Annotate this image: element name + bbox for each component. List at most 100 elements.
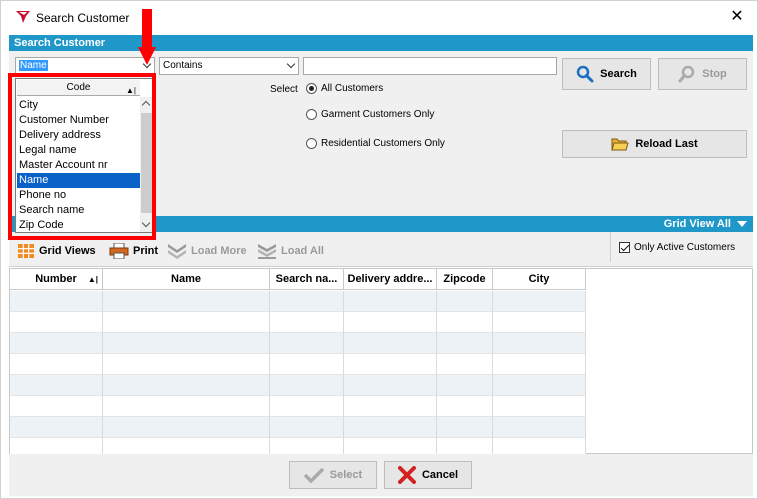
table-cell xyxy=(493,291,586,312)
radio-dot[interactable] xyxy=(306,83,317,94)
customer-grid[interactable]: Number ▲| Name Search na... Delivery add… xyxy=(9,268,753,459)
table-cell xyxy=(103,312,270,333)
double-chevron-down-icon xyxy=(168,244,186,259)
cancel-button[interactable]: Cancel xyxy=(384,461,472,489)
table-cell xyxy=(493,354,586,375)
table-cell xyxy=(270,396,344,417)
column-header-label: Search na... xyxy=(275,273,338,285)
table-cell xyxy=(10,291,103,312)
load-all-label: Load All xyxy=(281,245,324,257)
radio-dot[interactable] xyxy=(306,138,317,149)
column-header-label: Number xyxy=(35,273,77,285)
grid-view-all-label: Grid View All xyxy=(663,218,731,230)
sort-ascending-icon: ▲| xyxy=(87,275,98,284)
grid-views-button[interactable]: Grid Views xyxy=(17,243,96,259)
select-button[interactable]: Select xyxy=(289,461,377,489)
table-row[interactable] xyxy=(10,291,586,312)
column-header-name[interactable]: Name xyxy=(103,269,270,290)
column-header-search-name[interactable]: Search na... xyxy=(270,269,344,290)
column-header-label: Name xyxy=(171,273,201,285)
search-operator-value: Contains xyxy=(163,60,203,71)
table-cell xyxy=(493,396,586,417)
radio-all-customers[interactable]: All Customers xyxy=(306,83,383,94)
table-cell xyxy=(344,354,437,375)
table-cell xyxy=(103,291,270,312)
table-cell xyxy=(10,417,103,438)
magnifier-disabled-icon xyxy=(678,65,695,83)
radio-residential-customers[interactable]: Residential Customers Only xyxy=(306,138,445,149)
close-icon[interactable]: ✕ xyxy=(727,7,747,27)
only-active-label: Only Active Customers xyxy=(634,241,736,253)
grid-header-row: Number ▲| Name Search na... Delivery add… xyxy=(10,269,586,290)
grid-icon xyxy=(18,244,34,258)
table-row[interactable] xyxy=(10,375,586,396)
table-cell xyxy=(103,354,270,375)
table-cell xyxy=(437,354,493,375)
reload-last-label: Reload Last xyxy=(635,138,698,150)
search-button-label: Search xyxy=(600,68,637,80)
column-header-label: Zipcode xyxy=(443,273,486,285)
title-bar: Search Customer ✕ xyxy=(1,1,757,33)
chevron-down-icon[interactable] xyxy=(286,59,296,69)
select-label: Select xyxy=(270,84,298,95)
grid-view-all-toggle[interactable]: Grid View All xyxy=(664,216,747,232)
highlight-box xyxy=(8,73,156,240)
radio-label: Garment Customers Only xyxy=(321,109,435,120)
table-cell xyxy=(493,375,586,396)
table-cell xyxy=(344,291,437,312)
red-x-icon xyxy=(397,466,416,484)
table-cell xyxy=(103,396,270,417)
load-more-label: Load More xyxy=(191,245,247,257)
only-active-checkbox[interactable] xyxy=(619,241,630,253)
search-customer-window: Search Customer ✕ Search Customer Name C… xyxy=(0,0,758,499)
folder-open-icon xyxy=(611,138,629,151)
load-all-button[interactable]: Load All xyxy=(257,243,324,259)
table-cell xyxy=(437,312,493,333)
print-button[interactable]: Print xyxy=(109,243,158,259)
search-field-value: Name xyxy=(19,60,48,71)
cancel-button-label: Cancel xyxy=(421,469,459,481)
table-cell xyxy=(344,396,437,417)
search-button[interactable]: Search xyxy=(562,58,651,90)
reload-last-button[interactable]: Reload Last xyxy=(562,130,747,158)
table-cell xyxy=(344,333,437,354)
table-row[interactable] xyxy=(10,333,586,354)
only-active-customers-toggle[interactable]: Only Active Customers xyxy=(610,232,753,262)
stop-button[interactable]: Stop xyxy=(658,58,747,90)
magnifier-icon xyxy=(576,65,594,83)
table-cell xyxy=(270,417,344,438)
table-cell xyxy=(270,291,344,312)
radio-label: Residential Customers Only xyxy=(321,138,445,149)
table-cell xyxy=(10,354,103,375)
table-cell xyxy=(344,375,437,396)
table-cell xyxy=(103,375,270,396)
checkmark-icon xyxy=(303,467,324,483)
radio-dot[interactable] xyxy=(306,109,317,120)
red-arrow-down-icon xyxy=(138,9,156,65)
table-row[interactable] xyxy=(10,354,586,375)
table-cell xyxy=(493,333,586,354)
table-row[interactable] xyxy=(10,312,586,333)
column-header-zipcode[interactable]: Zipcode xyxy=(437,269,493,290)
table-cell xyxy=(270,354,344,375)
double-chevron-down-bar-icon xyxy=(258,244,276,259)
dialog-footer xyxy=(9,454,753,496)
table-cell xyxy=(344,417,437,438)
search-operator-combo[interactable]: Contains xyxy=(159,57,299,75)
grid-views-label: Grid Views xyxy=(39,245,96,257)
column-header-city[interactable]: City xyxy=(493,269,586,290)
radio-garment-customers[interactable]: Garment Customers Only xyxy=(306,109,434,120)
load-more-button[interactable]: Load More xyxy=(167,243,247,259)
table-row[interactable] xyxy=(10,396,586,417)
column-header-delivery-address[interactable]: Delivery addre... xyxy=(344,269,437,290)
table-cell xyxy=(437,396,493,417)
printer-icon xyxy=(109,243,129,259)
print-label: Print xyxy=(133,245,159,257)
column-header-number[interactable]: Number ▲| xyxy=(10,269,103,290)
search-section-header: Search Customer xyxy=(9,35,753,51)
table-row[interactable] xyxy=(10,417,586,438)
table-cell xyxy=(493,312,586,333)
table-cell xyxy=(437,417,493,438)
search-input[interactable] xyxy=(303,57,557,75)
app-logo-icon xyxy=(16,11,30,23)
